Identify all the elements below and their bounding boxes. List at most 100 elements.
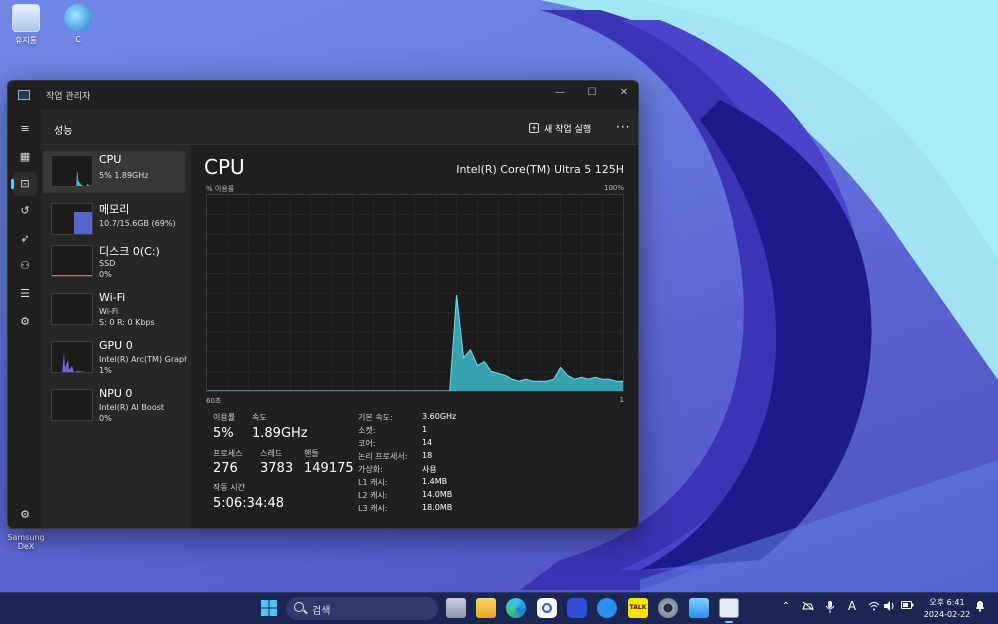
- system-clock[interactable]: 오후 6:41 2024-02-22: [922, 597, 972, 621]
- spec-label: 논리 프로세서:: [358, 452, 408, 461]
- spec-label: 기본 속도:: [358, 413, 393, 422]
- spec-value: 1: [422, 425, 428, 434]
- handles-label: 핸들: [304, 449, 319, 458]
- microphone-icon[interactable]: [823, 601, 837, 616]
- recycle-bin-icon: [12, 4, 40, 32]
- battery-icon[interactable]: [900, 601, 914, 612]
- spec-value: 18.0MB: [422, 503, 453, 512]
- processes-value: 276: [213, 461, 238, 476]
- active-app-indicator: [725, 621, 733, 623]
- task-manager-app-icon: [18, 90, 30, 100]
- graph-time-end: 1: [619, 396, 624, 404]
- spec-value: 14: [422, 438, 433, 447]
- file-explorer-icon[interactable]: [476, 598, 496, 618]
- detail-title: CPU: [204, 155, 245, 179]
- threads-value: 3783: [260, 461, 294, 476]
- cpu-thumbnail-graph: [51, 155, 93, 187]
- handles-value: 149175: [304, 461, 354, 476]
- cpu-graph-svg: [207, 195, 623, 392]
- task-view-icon[interactable]: [446, 598, 466, 618]
- resource-name: Wi-Fi: [99, 291, 126, 304]
- run-task-label: 새 작업 실행: [544, 124, 592, 135]
- network-off-icon[interactable]: [801, 601, 815, 614]
- notepad-icon[interactable]: [689, 598, 709, 618]
- page-header: 성능 + 새 작업 실행 ···: [41, 109, 638, 145]
- resource-detail: SSD: [99, 259, 116, 268]
- edge-icon[interactable]: [506, 598, 526, 618]
- taskbar: 검색 TALK ⌃ A 오후 6:41 2024-02-22: [0, 592, 998, 624]
- notification-bell-icon[interactable]: [973, 601, 987, 615]
- disk-thumbnail-graph: [51, 245, 93, 277]
- globe-icon: [64, 4, 92, 32]
- users-icon[interactable]: ⚇: [13, 254, 37, 278]
- resource-usage: 0%: [99, 270, 112, 279]
- resource-item-disk[interactable]: 디스크 0(C:) SSD 0%: [43, 241, 185, 283]
- uptime-value: 5:06:34:48: [213, 496, 285, 511]
- gpu-thumbnail-graph: [51, 341, 93, 373]
- app-history-icon[interactable]: ↺: [13, 199, 37, 223]
- close-button[interactable]: ✕: [609, 83, 638, 103]
- volume-icon[interactable]: [883, 601, 897, 614]
- clock-time: 오후 6:41: [929, 598, 965, 607]
- resource-item-memory[interactable]: 메모리 10.7/15.6GB (69%): [43, 199, 185, 241]
- wifi-icon[interactable]: [867, 601, 881, 614]
- camera-icon[interactable]: [567, 598, 587, 618]
- services-icon[interactable]: ⚙: [13, 310, 37, 334]
- settings-gear-icon[interactable]: [658, 598, 678, 618]
- tray-overflow-icon[interactable]: ⌃: [779, 601, 793, 612]
- speed-label: 속도: [252, 413, 267, 422]
- cpu-utilization-graph: [206, 194, 624, 392]
- resource-usage: 1%: [99, 366, 112, 375]
- task-manager-icon[interactable]: [719, 598, 739, 618]
- details-icon[interactable]: ☰: [13, 282, 37, 306]
- utilization-axis-label: % 이용률: [206, 185, 235, 193]
- resource-item-cpu[interactable]: CPU 5% 1.89GHz: [43, 151, 185, 193]
- resource-name: 메모리: [99, 203, 130, 216]
- run-task-icon: +: [529, 123, 539, 133]
- ime-indicator[interactable]: A: [845, 599, 859, 613]
- npu-thumbnail-graph: [51, 389, 93, 421]
- search-input[interactable]: 검색: [286, 597, 438, 620]
- threads-label: 스레드: [260, 449, 283, 458]
- bixby-icon[interactable]: [537, 598, 557, 618]
- kakaotalk-icon[interactable]: TALK: [628, 598, 648, 618]
- spec-label: L2 캐시:: [358, 491, 388, 500]
- spec-label: 코어:: [358, 439, 376, 448]
- uptime-label: 작동 시간: [213, 483, 245, 492]
- search-placeholder: 검색: [312, 606, 331, 617]
- more-options-button[interactable]: ···: [616, 120, 630, 134]
- processes-icon[interactable]: ▦: [13, 145, 37, 169]
- startup-apps-icon[interactable]: ➶: [13, 227, 37, 251]
- settings-icon[interactable]: ⚙: [13, 503, 37, 527]
- hamburger-menu-icon[interactable]: ≡: [13, 117, 37, 141]
- window-title: 작업 관리자: [46, 92, 91, 102]
- task-manager-window: 작업 관리자 — ☐ ✕ ≡ ▦ ⊡ ↺ ➶ ⚇ ☰ ⚙ ⚙ 성능 + 새 작업…: [7, 80, 639, 529]
- desktop-icon-label: C: [75, 35, 81, 44]
- desktop-icon-samsung-dex[interactable]: Samsung DeX: [6, 533, 46, 551]
- windows-start-icon[interactable]: [259, 598, 279, 618]
- desktop-icon-label: 휴지통: [14, 36, 38, 45]
- resource-detail: 10.7/15.6GB (69%): [99, 219, 176, 228]
- spec-value: 1.4MB: [422, 477, 448, 486]
- performance-icon[interactable]: ⊡: [11, 172, 37, 196]
- resource-item-gpu[interactable]: GPU 0 Intel(R) Arc(TM) Graphics 1%: [43, 337, 187, 379]
- resource-name: NPU 0: [99, 387, 133, 400]
- minimize-button[interactable]: —: [545, 83, 575, 103]
- run-new-task-button[interactable]: + 새 작업 실행: [529, 119, 591, 137]
- desktop-icon-c[interactable]: C: [58, 4, 98, 44]
- maximize-button[interactable]: ☐: [577, 83, 607, 103]
- spec-label: L3 캐시:: [358, 504, 388, 513]
- resource-item-wifi[interactable]: Wi-Fi Wi-Fi S: 0 R: 0 Kbps: [43, 289, 185, 331]
- sync-icon[interactable]: [597, 598, 617, 618]
- utilization-label: 이용률: [213, 413, 236, 422]
- utilization-axis-max: 100%: [603, 184, 624, 192]
- spec-value: 3.60GHz: [422, 412, 457, 421]
- spec-value: 14.0MB: [422, 490, 453, 499]
- cpu-model-name: Intel(R) Core(TM) Ultra 5 125H: [456, 163, 624, 176]
- resource-list: CPU 5% 1.89GHz 메모리 10.7/15.6GB (69%) 디스크…: [41, 145, 191, 528]
- resource-name: GPU 0: [99, 339, 133, 352]
- resource-item-npu[interactable]: NPU 0 Intel(R) AI Boost 0%: [43, 385, 185, 427]
- desktop-icon-recycle-bin[interactable]: 휴지통: [6, 4, 46, 46]
- title-bar[interactable]: 작업 관리자 — ☐ ✕: [8, 81, 638, 109]
- resource-name: CPU: [99, 153, 122, 166]
